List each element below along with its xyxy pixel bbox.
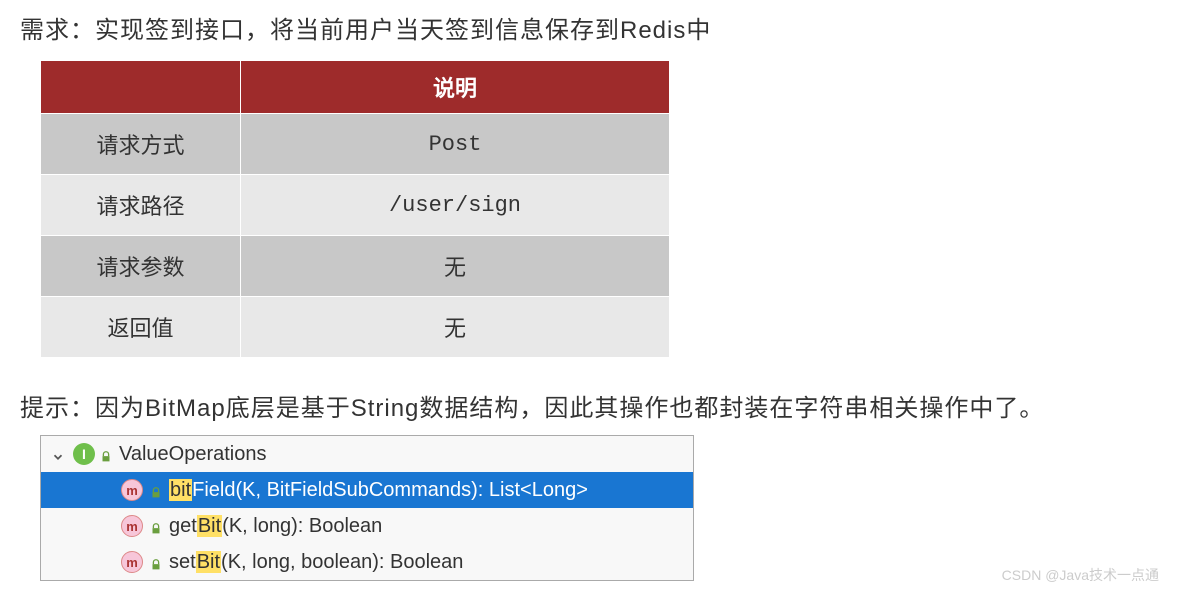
method-rest: (K, long, boolean): Boolean bbox=[221, 551, 463, 573]
tree-root-name: ValueOperations bbox=[119, 443, 267, 466]
watermark: CSDN @Java技术一点通 bbox=[1002, 565, 1159, 585]
cell-label: 请求方式 bbox=[41, 114, 241, 175]
search-highlight: bit bbox=[169, 479, 192, 501]
table-row: 请求方式 Post bbox=[41, 114, 670, 175]
cell-value: 无 bbox=[241, 236, 670, 297]
cell-label: 请求参数 bbox=[41, 236, 241, 297]
cell-label: 返回值 bbox=[41, 297, 241, 358]
cell-value: 无 bbox=[241, 297, 670, 358]
method-rest: Field(K, BitFieldSubCommands): List<Long… bbox=[192, 479, 588, 501]
cell-label: 请求路径 bbox=[41, 175, 241, 236]
method-signature: bitField(K, BitFieldSubCommands): List<L… bbox=[169, 479, 588, 502]
lock-icon bbox=[149, 483, 163, 497]
table-header-right: 说明 bbox=[241, 61, 670, 114]
lock-icon bbox=[99, 447, 113, 461]
method-icon: m bbox=[121, 515, 143, 537]
search-highlight: Bit bbox=[197, 515, 222, 537]
tree-root-row[interactable]: I ValueOperations bbox=[41, 436, 693, 472]
table-row: 返回值 无 bbox=[41, 297, 670, 358]
search-highlight: Bit bbox=[196, 551, 221, 573]
tree-method-row[interactable]: m getBit(K, long): Boolean bbox=[41, 508, 693, 544]
tree-method-row[interactable]: m bitField(K, BitFieldSubCommands): List… bbox=[41, 472, 693, 508]
code-tree: I ValueOperations m bitField(K, BitField… bbox=[40, 435, 694, 581]
lock-icon bbox=[149, 555, 163, 569]
method-rest: (K, long): Boolean bbox=[222, 515, 382, 537]
table-row: 请求参数 无 bbox=[41, 236, 670, 297]
interface-icon: I bbox=[73, 443, 95, 465]
method-signature: getBit(K, long): Boolean bbox=[169, 515, 382, 538]
method-signature: setBit(K, long, boolean): Boolean bbox=[169, 551, 463, 574]
cell-value: Post bbox=[241, 114, 670, 175]
cell-value: /user/sign bbox=[241, 175, 670, 236]
chevron-down-icon[interactable] bbox=[51, 447, 65, 461]
table-header-left bbox=[41, 61, 241, 114]
method-prefix: get bbox=[169, 515, 197, 537]
tree-method-row[interactable]: m setBit(K, long, boolean): Boolean bbox=[41, 544, 693, 580]
requirement-text: 需求：实现签到接口，将当前用户当天签到信息保存到Redis中 bbox=[20, 10, 1164, 45]
api-table: 说明 请求方式 Post 请求路径 /user/sign 请求参数 无 返回值 … bbox=[40, 60, 670, 358]
method-prefix: set bbox=[169, 551, 196, 573]
lock-icon bbox=[149, 519, 163, 533]
method-icon: m bbox=[121, 479, 143, 501]
hint-text: 提示：因为BitMap底层是基于String数据结构，因此其操作也都封装在字符串… bbox=[20, 388, 1164, 423]
method-icon: m bbox=[121, 551, 143, 573]
table-row: 请求路径 /user/sign bbox=[41, 175, 670, 236]
